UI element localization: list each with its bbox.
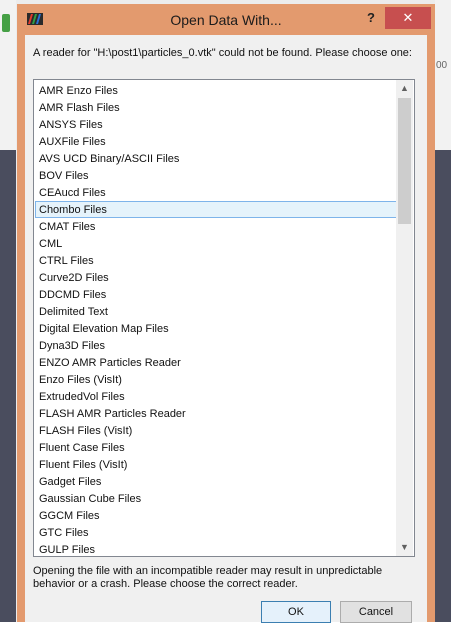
background-toolbar-icon — [2, 14, 10, 32]
reader-list-item[interactable]: FLASH AMR Particles Reader — [35, 405, 398, 422]
scroll-up-arrow-icon[interactable]: ▲ — [396, 80, 413, 97]
ok-button[interactable]: OK — [261, 601, 331, 623]
reader-list-item[interactable]: GGCM Files — [35, 507, 398, 524]
close-button[interactable]: ✕ — [385, 7, 431, 29]
reader-list-item[interactable]: ANSYS Files — [35, 116, 398, 133]
reader-list-item[interactable]: Dyna3D Files — [35, 337, 398, 354]
reader-list-item[interactable]: Curve2D Files — [35, 269, 398, 286]
reader-list-item[interactable]: ExtrudedVol Files — [35, 388, 398, 405]
background-left-viewport — [0, 150, 16, 622]
background-right-text: 00 — [436, 60, 448, 71]
reader-list-item[interactable]: Fluent Case Files — [35, 439, 398, 456]
background-right-viewport — [435, 150, 451, 622]
reader-list-item[interactable]: GULP Files — [35, 541, 398, 556]
reader-list-item[interactable]: Enzo Files (VisIt) — [35, 371, 398, 388]
reader-list-item[interactable]: AMR Enzo Files — [35, 82, 398, 99]
reader-list-item[interactable]: Chombo Files — [35, 201, 398, 218]
reader-list-item[interactable]: CML — [35, 235, 398, 252]
help-button[interactable]: ? — [361, 8, 381, 28]
incompatible-reader-warning: Opening the file with an incompatible re… — [33, 565, 383, 590]
scroll-down-arrow-icon[interactable]: ▼ — [396, 539, 413, 556]
reader-not-found-message: A reader for "H:\post1\particles_0.vtk" … — [33, 47, 412, 59]
reader-list-item[interactable]: AMR Flash Files — [35, 99, 398, 116]
dialog-body: A reader for "H:\post1\particles_0.vtk" … — [25, 35, 427, 623]
cancel-button[interactable]: Cancel — [340, 601, 412, 623]
vertical-scrollbar[interactable]: ▲ ▼ — [396, 80, 413, 556]
reader-list-item[interactable]: DDCMD Files — [35, 286, 398, 303]
reader-list-item[interactable]: BOV Files — [35, 167, 398, 184]
scroll-thumb[interactable] — [398, 98, 411, 224]
reader-listbox[interactable]: AMR Enzo Files AMR Flash Files ANSYS Files… — [33, 79, 415, 557]
reader-list-item[interactable]: ENZO AMR Particles Reader — [35, 354, 398, 371]
reader-list-item[interactable]: Delimited Text — [35, 303, 398, 320]
reader-list-item[interactable]: Gadget Files — [35, 473, 398, 490]
dialog-titlebar[interactable]: Open Data With... ? ✕ — [17, 4, 435, 36]
reader-list-item[interactable]: AUXFile Files — [35, 133, 398, 150]
reader-list-item[interactable]: AVS UCD Binary/ASCII Files — [35, 150, 398, 167]
reader-list: AMR Enzo Files AMR Flash Files ANSYS Files… — [34, 82, 404, 556]
reader-list-item[interactable]: CEAucd Files — [35, 184, 398, 201]
reader-list-item[interactable]: GTC Files — [35, 524, 398, 541]
reader-list-item[interactable]: Gaussian Cube Files — [35, 490, 398, 507]
reader-list-item[interactable]: FLASH Files (VisIt) — [35, 422, 398, 439]
reader-list-item[interactable]: CTRL Files — [35, 252, 398, 269]
open-data-with-dialog: Open Data With... ? ✕ A reader for "H:\p… — [17, 4, 435, 623]
reader-list-item[interactable]: CMAT Files — [35, 218, 398, 235]
reader-list-item[interactable]: Digital Elevation Map Files — [35, 320, 398, 337]
reader-list-item[interactable]: Fluent Files (VisIt) — [35, 456, 398, 473]
